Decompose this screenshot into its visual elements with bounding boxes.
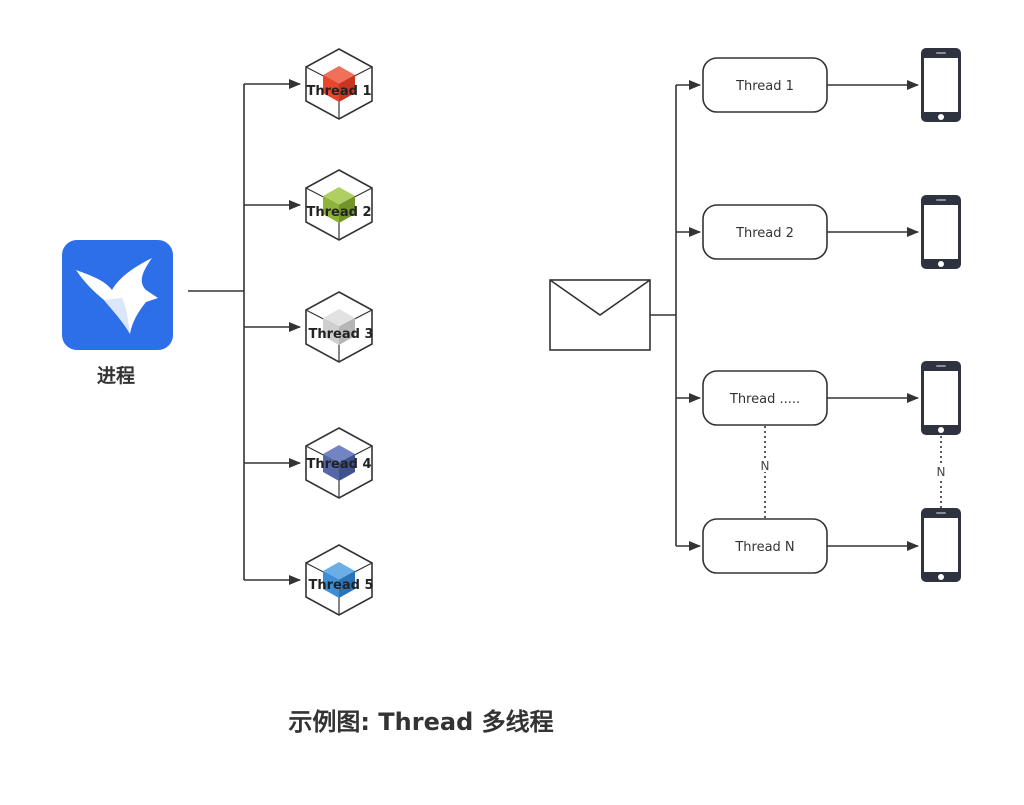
hex-thread-4: Thread 4 <box>305 427 373 499</box>
n-label: N <box>937 465 946 479</box>
process-connectors <box>188 79 301 585</box>
envelope-icon <box>549 279 651 351</box>
phone-icon <box>921 508 961 582</box>
diagram-canvas: 进程 Thread 1 Thread 2 Thread 3 Thread 4 T… <box>62 48 961 736</box>
hex-thread-label: Thread 5 <box>309 578 374 593</box>
hex-thread-label: Thread 1 <box>307 84 372 99</box>
phone-icon <box>921 361 961 435</box>
thread-box-label: Thread ..... <box>729 392 800 407</box>
hex-thread-label: Thread 3 <box>309 327 374 342</box>
phone-icon <box>921 48 961 122</box>
hex-thread-label: Thread 4 <box>307 457 372 472</box>
thread-box-2: Thread 2 <box>702 204 828 260</box>
diagram-caption: 示例图: Thread 多线程 <box>288 708 553 736</box>
thread-box-3: Thread ..... <box>702 370 828 426</box>
thread-box-label: Thread 1 <box>735 79 794 94</box>
phone-connectors <box>827 80 919 551</box>
thread-box-label: Thread N <box>734 540 794 555</box>
dotted-n-connector-threads: N <box>758 426 772 518</box>
thread-box-4: Thread N <box>702 518 828 574</box>
process-node: 进程 <box>62 240 173 387</box>
envelope-connectors <box>650 80 701 551</box>
phone-icon <box>921 195 961 269</box>
hex-thread-2: Thread 2 <box>305 169 373 241</box>
dotted-n-connector-phones: N <box>934 436 948 508</box>
n-label: N <box>761 459 770 473</box>
hex-thread-5: Thread 5 <box>305 544 374 616</box>
hex-thread-1: Thread 1 <box>305 48 373 120</box>
hex-thread-label: Thread 2 <box>307 205 372 220</box>
thread-box-1: Thread 1 <box>702 57 828 113</box>
thread-box-label: Thread 2 <box>735 226 794 241</box>
process-label: 进程 <box>97 365 135 387</box>
hex-thread-3: Thread 3 <box>305 291 374 363</box>
